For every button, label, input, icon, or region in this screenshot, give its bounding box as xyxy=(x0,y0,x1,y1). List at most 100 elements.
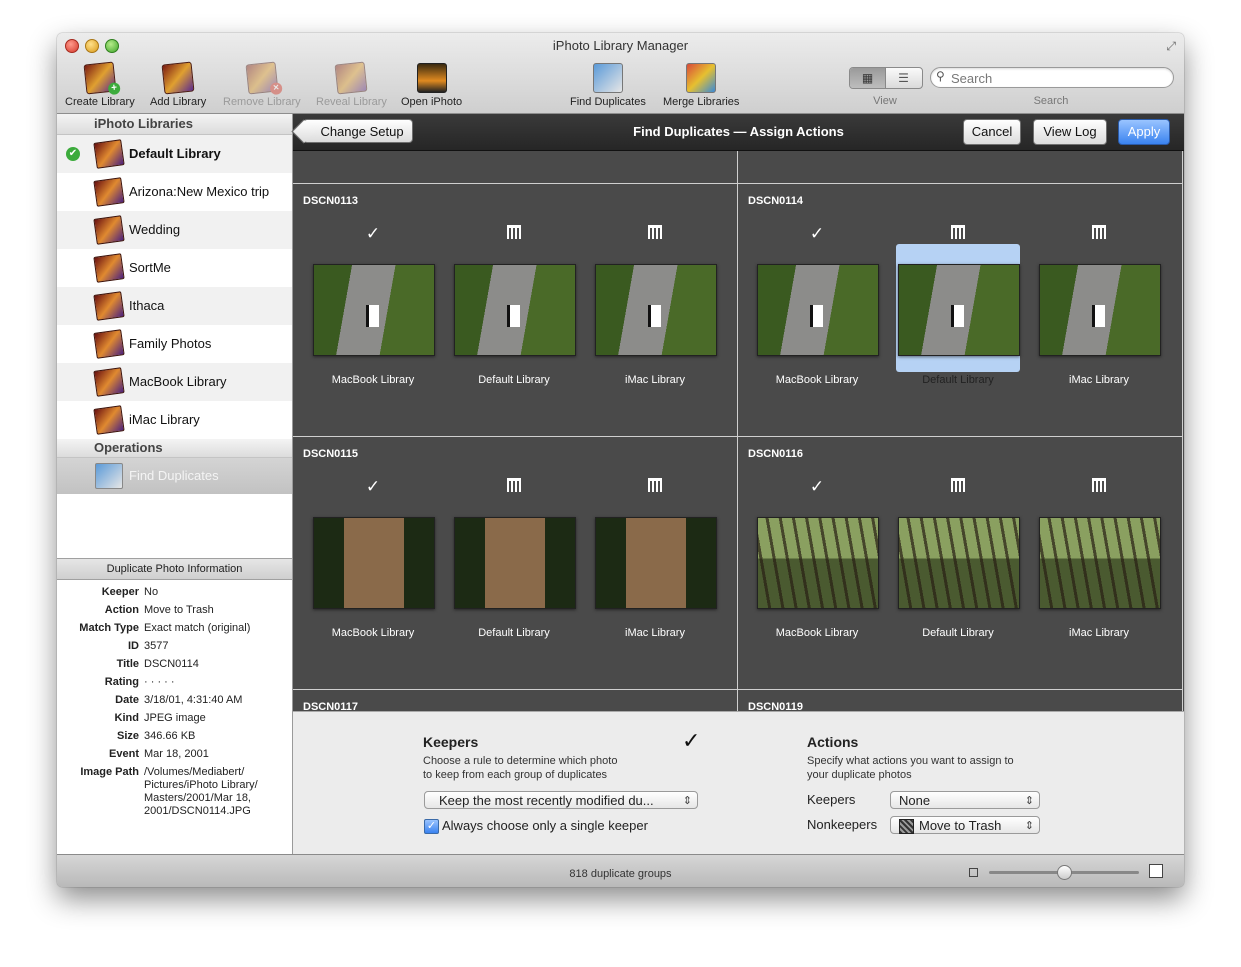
info-key: Size xyxy=(116,730,139,742)
single-keeper-label[interactable]: Always choose only a single keeper xyxy=(442,818,648,833)
trash-icon[interactable] xyxy=(452,477,576,497)
photo-thumbnail[interactable] xyxy=(454,264,576,356)
reveal-library-button[interactable]: Reveal Library xyxy=(316,61,387,108)
sidebar-item-ithaca[interactable]: Ithaca xyxy=(57,287,292,325)
keeper-check-icon[interactable]: ✓ xyxy=(311,224,435,244)
sidebar-item-wedding[interactable]: Wedding xyxy=(57,211,292,249)
group-name: DSCN0115 xyxy=(303,448,359,460)
photo-thumbnail[interactable] xyxy=(898,264,1020,356)
photo-thumbnail[interactable] xyxy=(595,517,717,609)
info-row-kind: Kind JPEG image xyxy=(57,712,292,725)
thumbnail-size-slider-knob[interactable] xyxy=(1056,865,1072,880)
sidebar-item-arizona-new-mexico-trip[interactable]: Arizona:New Mexico trip xyxy=(57,173,292,211)
keepers-action-select[interactable]: None xyxy=(890,791,1040,810)
photo-item[interactable]: ✓ MacBook Library xyxy=(311,224,435,386)
remove-library-icon: × xyxy=(245,61,283,96)
photo-item[interactable]: Default Library xyxy=(896,478,1020,639)
duplicate-group: DSCN0114 ✓ MacBook Library Default Libra… xyxy=(738,184,1183,437)
photo-item[interactable]: ✓ MacBook Library xyxy=(755,477,879,639)
photo-thumbnail[interactable] xyxy=(454,517,576,609)
photo-thumbnail[interactable] xyxy=(898,517,1020,609)
photo-thumbnail[interactable] xyxy=(313,264,435,356)
sidebar-item-find-duplicates[interactable]: Find Duplicates xyxy=(57,458,292,494)
open-iphoto-button[interactable]: Open iPhoto xyxy=(401,63,462,108)
trash-icon[interactable] xyxy=(1037,224,1161,244)
keeper-check-icon[interactable]: ✓ xyxy=(755,477,879,497)
app-window: iPhoto Library Manager ⤢ + Create Librar… xyxy=(57,33,1184,887)
sidebar-item-default-library[interactable]: ✔ Default Library xyxy=(57,135,292,173)
photo-item[interactable]: iMac Library xyxy=(1037,478,1161,639)
sidebar-item-imac-library[interactable]: iMac Library xyxy=(57,401,292,439)
view-log-button[interactable]: View Log xyxy=(1033,119,1107,145)
trash-icon[interactable] xyxy=(896,477,1020,497)
photo-thumbnail[interactable] xyxy=(313,517,435,609)
sidebar-item-sortme[interactable]: SortMe xyxy=(57,249,292,287)
sidebar-item-macbook-library[interactable]: MacBook Library xyxy=(57,363,292,401)
keeper-rule-select[interactable]: Keep the most recently modified du... xyxy=(424,791,698,810)
fullscreen-icon[interactable]: ⤢ xyxy=(1166,39,1176,54)
info-panel-header: Duplicate Photo Information xyxy=(57,558,292,580)
group-cell-partial xyxy=(293,151,738,184)
photo-thumbnail[interactable] xyxy=(757,264,879,356)
apply-button[interactable]: Apply xyxy=(1118,119,1170,145)
photo-thumbnail[interactable] xyxy=(1039,517,1161,609)
trash-icon[interactable] xyxy=(1037,477,1161,497)
assign-actions-bar: Change Setup Find Duplicates — Assign Ac… xyxy=(293,114,1184,151)
search-input[interactable] xyxy=(949,69,1168,88)
trash-icon[interactable] xyxy=(452,224,576,244)
merge-libraries-label: Merge Libraries xyxy=(663,96,740,108)
duplicate-group: DSCN0113 ✓ MacBook Library Default Libra… xyxy=(293,184,738,437)
info-row-image-path: Image Path/Volumes/Mediabert/ Pictures/i… xyxy=(57,766,292,818)
photo-library-label: iMac Library xyxy=(1069,374,1129,386)
photo-thumbnail[interactable] xyxy=(1039,264,1161,356)
library-label: iMac Library xyxy=(129,412,200,427)
photo-item[interactable]: ✓ MacBook Library xyxy=(311,477,435,639)
info-row-event: Event Mar 18, 2001 xyxy=(57,748,292,761)
large-thumbnail-icon[interactable] xyxy=(1149,864,1163,878)
create-library-button[interactable]: + Create Library xyxy=(65,61,135,108)
add-library-button[interactable]: Add Library xyxy=(150,61,206,108)
trash-icon[interactable] xyxy=(593,477,717,497)
info-key: Image Path xyxy=(80,766,139,778)
single-keeper-checkbox[interactable]: ✓ xyxy=(424,819,439,834)
trash-icon[interactable] xyxy=(593,224,717,244)
info-value: 346.66 KB xyxy=(144,730,196,742)
info-key: Match Type xyxy=(79,622,139,634)
duplicate-group: DSCN0115 ✓ MacBook Library Default Libra… xyxy=(293,437,738,690)
nonkeepers-action-select[interactable]: Move to Trash xyxy=(890,816,1040,835)
photo-item[interactable]: iMac Library xyxy=(593,225,717,386)
keepers-description-line1: Choose a rule to determine which photo xyxy=(423,755,618,767)
cancel-button[interactable]: Cancel xyxy=(963,119,1021,145)
operation-label: Find Duplicates xyxy=(129,468,219,483)
find-duplicates-button[interactable]: Find Duplicates xyxy=(570,63,646,108)
remove-library-button[interactable]: × Remove Library xyxy=(223,61,301,108)
grid-view-icon[interactable]: ▦ xyxy=(850,68,886,88)
list-view-icon[interactable]: ☰ xyxy=(886,68,921,88)
small-thumbnail-icon[interactable] xyxy=(969,868,978,877)
photo-item[interactable]: ✓ MacBook Library xyxy=(755,224,879,386)
trash-icon[interactable] xyxy=(896,224,1020,244)
group-name: DSCN0119 xyxy=(748,701,804,711)
info-value: Mar 18, 2001 xyxy=(144,748,209,760)
find-duplicates-icon xyxy=(95,463,123,489)
photo-item[interactable]: iMac Library xyxy=(593,478,717,639)
info-key: Kind xyxy=(114,712,139,724)
photo-item[interactable]: Default Library xyxy=(452,478,576,639)
photo-thumbnail[interactable] xyxy=(595,264,717,356)
nonkeepers-action-label: Nonkeepers xyxy=(807,817,878,832)
merge-libraries-button[interactable]: Merge Libraries xyxy=(663,63,739,108)
view-mode-control: ▦ ☰ xyxy=(849,67,923,89)
info-row-action: Action Move to Trash xyxy=(57,604,292,617)
find-duplicates-label: Find Duplicates xyxy=(570,96,646,108)
photo-item[interactable]: iMac Library xyxy=(1037,225,1161,386)
photo-thumbnail[interactable] xyxy=(757,517,879,609)
keeper-check-icon[interactable]: ✓ xyxy=(311,477,435,497)
library-icon xyxy=(93,139,125,169)
photo-library-label: iMac Library xyxy=(1069,627,1129,639)
keeper-check-icon[interactable]: ✓ xyxy=(755,224,879,244)
photo-item-selected[interactable]: Default Library xyxy=(896,225,1020,386)
sidebar-item-family-photos[interactable]: Family Photos xyxy=(57,325,292,363)
group-name: DSCN0116 xyxy=(748,448,804,460)
photo-item[interactable]: Default Library xyxy=(452,225,576,386)
info-value: DSCN0114 xyxy=(144,658,199,670)
